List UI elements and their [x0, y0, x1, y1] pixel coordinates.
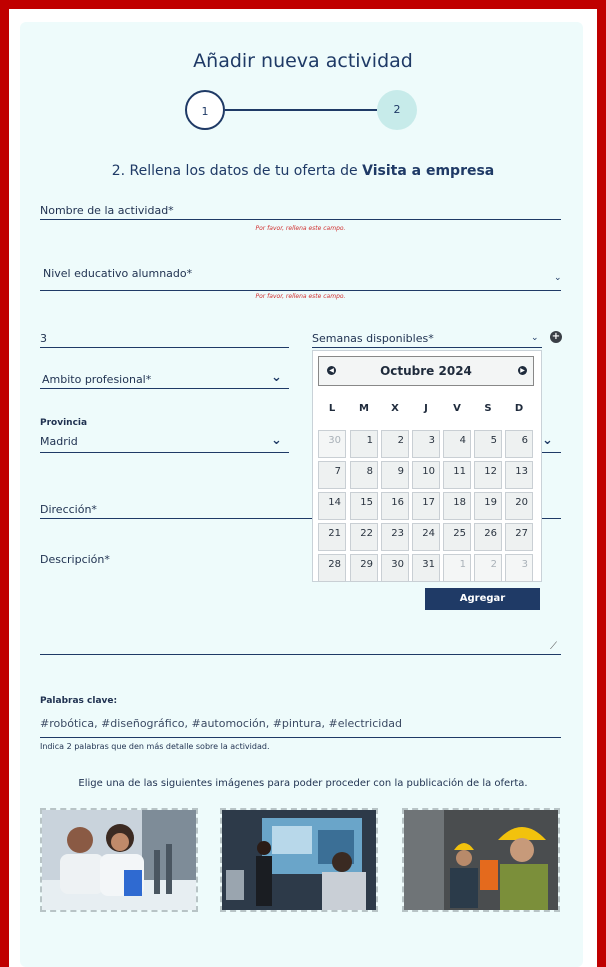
agregar-button[interactable]: Agregar: [425, 588, 540, 610]
calendar-day[interactable]: 18: [443, 492, 471, 520]
calendar-day[interactable]: 15: [350, 492, 378, 520]
calendar-day[interactable]: 20: [505, 492, 533, 520]
provincia-select[interactable]: [40, 452, 289, 453]
page-title: Añadir nueva actividad: [193, 50, 413, 72]
form-subtitle: 2. Rellena los datos de tu oferta de Vis…: [0, 163, 606, 179]
weekday-header: X: [391, 403, 399, 414]
subtitle-text: 2. Rellena los datos de tu oferta de: [111, 163, 363, 179]
nombre-input[interactable]: [40, 219, 561, 220]
chevron-down-icon[interactable]: ⌄: [542, 433, 553, 448]
calendar-day[interactable]: 6: [505, 430, 533, 458]
calendar-day[interactable]: 21: [318, 523, 346, 551]
calendar-day[interactable]: 16: [381, 492, 409, 520]
calendar-day[interactable]: 22: [350, 523, 378, 551]
descripcion-textarea[interactable]: [40, 570, 561, 655]
calendar-day[interactable]: 30: [381, 554, 409, 582]
next-month-icon[interactable]: ▶: [518, 366, 527, 375]
calendar-day[interactable]: 31: [412, 554, 440, 582]
ambito-select[interactable]: [40, 388, 289, 389]
calendar-day[interactable]: 4: [443, 430, 471, 458]
resize-handle-icon[interactable]: ⟋: [550, 641, 557, 652]
chevron-down-icon[interactable]: ⌄: [271, 433, 282, 448]
calendar-day[interactable]: 8: [350, 461, 378, 489]
direccion-input-label: Dirección*: [40, 503, 97, 516]
nivel-select[interactable]: [40, 290, 561, 291]
calendar-day[interactable]: 10: [412, 461, 440, 489]
presentation-screen-image: [222, 810, 376, 910]
palabras-clave-input[interactable]: #robótica, #diseñográfico, #automoción, …: [40, 717, 402, 730]
subtitle-activity-type: Visita a empresa: [362, 163, 495, 179]
add-week-plus-icon[interactable]: +: [550, 331, 562, 343]
lab-students-image: [42, 810, 196, 910]
semanas-select-label[interactable]: Semanas disponibles*: [312, 332, 434, 345]
calendar-day[interactable]: 14: [318, 492, 346, 520]
chevron-down-icon[interactable]: ⌄: [554, 273, 562, 283]
nivel-error: Por favor, rellena este campo.: [255, 293, 346, 300]
chevron-down-icon[interactable]: ⌄: [271, 370, 282, 385]
calendar-day[interactable]: 3: [412, 430, 440, 458]
date-picker: ◀ Octubre 2024 ▶ L M X J V S D 30 1 2 3 4 5 6 7 8 9 10 11 1…: [312, 350, 542, 582]
calendar-day[interactable]: 24: [412, 523, 440, 551]
calendar-day[interactable]: 27: [505, 523, 533, 551]
industrial-workers-image: [404, 810, 558, 910]
calendar-day[interactable]: 30: [318, 430, 346, 458]
image-option-lab-students[interactable]: [40, 808, 198, 912]
calendar-day[interactable]: 26: [474, 523, 502, 551]
nombre-error: Por favor, rellena este campo.: [255, 225, 346, 232]
weekday-header: V: [453, 403, 461, 414]
provincia-label: Provincia: [40, 418, 88, 428]
municipio-select[interactable]: [540, 452, 561, 453]
cantidad-input-value[interactable]: 3: [40, 332, 47, 345]
calendar-day[interactable]: 3: [505, 554, 533, 582]
weekday-header: S: [484, 403, 492, 414]
chevron-down-icon[interactable]: ⌄: [531, 333, 539, 343]
calendar-day[interactable]: 1: [350, 430, 378, 458]
calendar-day[interactable]: 2: [474, 554, 502, 582]
calendar-day[interactable]: 5: [474, 430, 502, 458]
nombre-field-label: Nombre de la actividad*: [40, 204, 174, 217]
calendar-day[interactable]: 11: [443, 461, 471, 489]
calendar-day[interactable]: 12: [474, 461, 502, 489]
nivel-select-label: Nivel educativo alumnado*: [43, 267, 193, 280]
calendar-day[interactable]: 9: [381, 461, 409, 489]
cantidad-input[interactable]: [40, 347, 289, 348]
palabras-clave-label: Palabras clave:: [40, 696, 118, 706]
step-2-indicator[interactable]: 2: [377, 90, 417, 130]
calendar-day[interactable]: 17: [412, 492, 440, 520]
calendar-day[interactable]: 1: [443, 554, 471, 582]
weekday-header: J: [424, 403, 428, 414]
calendar-month-label: Octubre 2024: [380, 364, 472, 378]
provincia-select-value[interactable]: Madrid: [40, 435, 78, 448]
weekday-header: D: [514, 403, 524, 414]
descripcion-textarea-label: Descripción*: [40, 553, 110, 566]
palabras-clave-hint: Indica 2 palabras que den más detalle so…: [40, 742, 270, 751]
calendar-day[interactable]: 13: [505, 461, 533, 489]
step-1-indicator[interactable]: 1: [185, 90, 225, 130]
stepper-line: [225, 109, 377, 111]
image-option-presentation-screen[interactable]: [220, 808, 378, 912]
calendar-day[interactable]: 19: [474, 492, 502, 520]
palabras-clave-underline: [40, 737, 561, 738]
image-option-industrial-workers[interactable]: [402, 808, 560, 912]
semanas-select[interactable]: [312, 347, 542, 348]
weekday-header: M: [359, 403, 369, 414]
calendar-day[interactable]: 7: [318, 461, 346, 489]
calendar-day[interactable]: 23: [381, 523, 409, 551]
calendar-day[interactable]: 25: [443, 523, 471, 551]
calendar-day[interactable]: 29: [350, 554, 378, 582]
image-selection-instruction: Elige una de las siguientes imágenes par…: [78, 778, 528, 789]
calendar-header: ◀ Octubre 2024 ▶: [318, 356, 534, 386]
ambito-select-label: Ambito profesional*: [42, 373, 152, 386]
weekday-header: L: [328, 403, 336, 414]
calendar-day[interactable]: 28: [318, 554, 346, 582]
calendar-day[interactable]: 2: [381, 430, 409, 458]
